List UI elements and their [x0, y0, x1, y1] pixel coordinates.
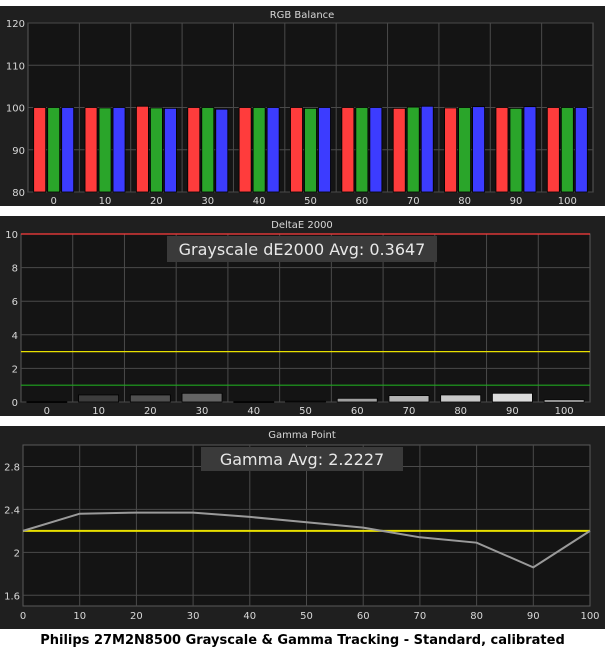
- y-tick-label: 6: [12, 297, 18, 308]
- x-tick-label: 90: [527, 611, 540, 622]
- x-tick-label: 40: [253, 196, 266, 207]
- deltae-bar: [78, 394, 119, 403]
- y-tick-label: 1.6: [4, 591, 20, 602]
- rgb-bar: [369, 107, 383, 193]
- rgb-bar: [444, 107, 457, 193]
- rgb-bar: [341, 107, 355, 193]
- x-tick-label: 30: [201, 196, 214, 207]
- deltae-bar: [285, 400, 326, 403]
- x-tick-label: 10: [99, 196, 112, 207]
- y-tick-label: 2: [14, 548, 20, 559]
- deltae-bar: [26, 401, 68, 403]
- rgb-bar: [47, 107, 61, 193]
- panel-title-3: Gamma Point: [268, 430, 336, 441]
- panel-title-1: RGB Balance: [270, 10, 335, 21]
- rgb-bar: [523, 106, 537, 193]
- x-tick-label: 40: [247, 406, 260, 417]
- x-tick-label: 100: [555, 406, 574, 417]
- y-tick-label: 2: [12, 364, 18, 375]
- x-tick-label: 50: [300, 611, 313, 622]
- x-tick-label: 90: [510, 196, 523, 207]
- rgb-bar: [290, 107, 303, 193]
- rgb-bar: [98, 107, 112, 193]
- x-tick-label: 20: [130, 611, 143, 622]
- x-tick-label: 70: [403, 406, 416, 417]
- deltae-bar: [388, 395, 430, 403]
- y-tick-label: 120: [6, 19, 25, 30]
- rgb-bar: [136, 105, 149, 193]
- rgb-bar: [84, 107, 98, 193]
- x-tick-label: 20: [144, 406, 157, 417]
- x-tick-label: 80: [454, 406, 467, 417]
- x-tick-label: 0: [50, 196, 56, 207]
- x-tick-label: 70: [414, 611, 427, 622]
- x-tick-label: 0: [20, 611, 26, 622]
- x-tick-label: 70: [407, 196, 420, 207]
- rgb-bar: [61, 107, 75, 193]
- deltae-bar: [181, 392, 223, 403]
- x-tick-label: 30: [187, 611, 200, 622]
- rgb-bar: [574, 107, 588, 193]
- y-tick-label: 80: [12, 188, 25, 199]
- x-tick-label: 40: [243, 611, 256, 622]
- rgb-bar: [472, 106, 485, 193]
- x-tick-label: 10: [73, 611, 86, 622]
- rgb-bar: [164, 107, 177, 193]
- x-tick-label: 60: [357, 611, 370, 622]
- rgb-bar: [420, 105, 434, 193]
- y-tick-label: 4: [12, 331, 18, 342]
- rgb-bar: [266, 107, 280, 193]
- x-tick-label: 60: [351, 406, 364, 417]
- annotation-text: Gamma Avg: 2.2227: [220, 450, 384, 469]
- rgb-bar: [546, 107, 560, 193]
- x-tick-label: 60: [355, 196, 368, 207]
- rgb-bar: [355, 107, 369, 193]
- rgb-bar: [495, 107, 509, 193]
- x-tick-label: 100: [558, 196, 577, 207]
- rgb-bar: [33, 107, 47, 193]
- y-tick-label: 110: [6, 61, 25, 72]
- rgb-bar: [406, 106, 420, 193]
- rgb-bar: [509, 107, 523, 193]
- deltae-bar: [543, 399, 585, 403]
- x-tick-label: 50: [304, 196, 317, 207]
- deltae-bar: [492, 392, 533, 403]
- x-tick-label: 90: [506, 406, 519, 417]
- x-tick-label: 0: [44, 406, 50, 417]
- rgb-bar: [238, 107, 252, 193]
- rgb-bar: [112, 107, 126, 193]
- y-tick-label: 2.8: [4, 462, 20, 473]
- rgb-bar: [215, 108, 229, 193]
- deltae-bar: [440, 394, 482, 403]
- y-tick-label: 90: [12, 146, 25, 157]
- x-tick-label: 50: [299, 406, 312, 417]
- rgb-bar: [560, 107, 574, 193]
- rgb-bar: [150, 107, 163, 193]
- rgb-bar: [458, 107, 471, 193]
- annotation-text: Grayscale dE2000 Avg: 0.3647: [179, 240, 426, 259]
- rgb-bar: [304, 107, 317, 193]
- x-tick-label: 80: [470, 611, 483, 622]
- x-tick-label: 10: [92, 406, 105, 417]
- x-tick-label: 20: [150, 196, 163, 207]
- deltae-bar: [129, 394, 171, 403]
- x-tick-label: 30: [196, 406, 209, 417]
- y-tick-label: 8: [12, 264, 18, 275]
- x-tick-label: 80: [458, 196, 471, 207]
- rgb-bar: [392, 107, 406, 193]
- y-tick-label: 2.4: [4, 505, 20, 516]
- panel-title-2: DeltaE 2000: [271, 220, 333, 231]
- rgb-bar: [318, 107, 331, 193]
- y-tick-label: 0: [12, 398, 18, 409]
- y-tick-label: 10: [5, 230, 18, 241]
- footer-caption: Philips 27M2N8500 Grayscale & Gamma Trac…: [40, 633, 565, 648]
- rgb-bar: [201, 107, 215, 193]
- x-tick-label: 100: [580, 611, 599, 622]
- rgb-bar: [252, 107, 266, 193]
- y-tick-label: 100: [6, 104, 25, 115]
- deltae-bar: [233, 401, 275, 403]
- chart-stage: RGB BalanceDeltaE 2000Gamma Point8090100…: [0, 6, 605, 629]
- rgb-bar: [187, 107, 201, 193]
- deltae-bar: [336, 397, 378, 403]
